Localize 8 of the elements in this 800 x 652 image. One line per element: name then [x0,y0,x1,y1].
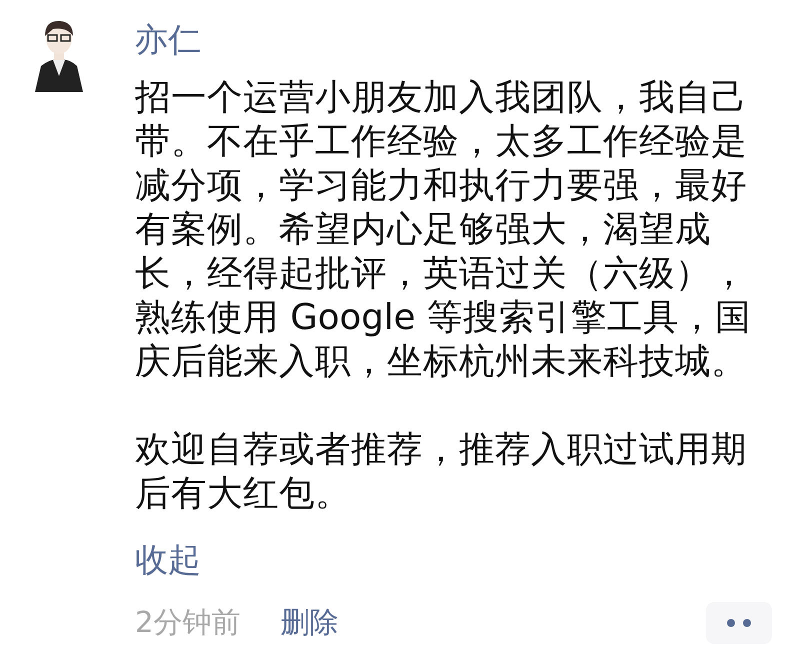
collapse-link[interactable]: 收起 [135,538,201,582]
post-time: 2分钟前 [135,604,240,641]
author-name[interactable]: 亦仁 [135,18,201,62]
delete-link[interactable]: 删除 [280,603,338,643]
post-text: 招一个运营小朋友加入我团队，我自己带。不在乎工作经验，太多工作经验是减分项，学习能力和执行力要强，最好有案例。希望内心足够强大，渴望成长，经得起批评，英语过关（六级），熟练使用 Google 等搜索引擎工具，国庆后能来入职，坐标杭州未来科技城。 [135,76,752,384]
post-text: 欢迎自荐或者推荐，推荐入职过试用期后有大红包。 [135,428,748,516]
dots-icon [726,618,752,628]
more-button[interactable] [706,602,772,644]
